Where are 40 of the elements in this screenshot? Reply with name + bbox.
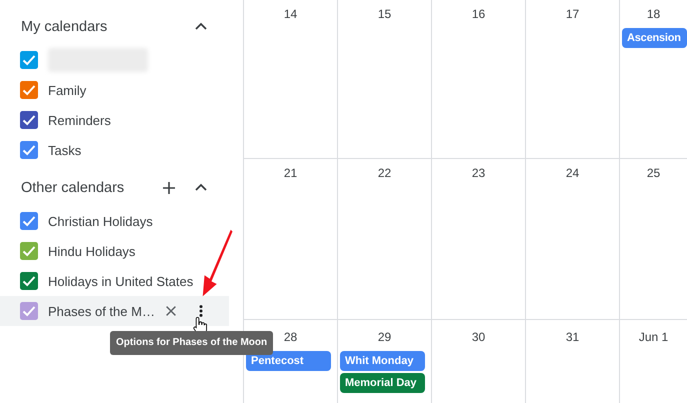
day-number[interactable]: 21 [284,164,298,183]
calendar-name: Holidays in United States [48,274,194,288]
day-number[interactable]: Jun 1 [638,328,668,347]
event-chip[interactable]: Whit Monday [340,351,425,371]
day-number[interactable]: 18 [646,5,660,24]
calendar-name: Tasks [48,142,82,158]
day-number[interactable]: 31 [566,328,580,347]
calendar-name: Phases of the M… [48,304,155,318]
checkbox[interactable] [20,212,38,230]
day-number[interactable]: 23 [472,164,486,183]
section-title: My calendars [21,19,108,35]
checkbox[interactable] [20,272,38,290]
section-title: Other calendars [21,180,124,196]
day-number[interactable]: 16 [472,5,486,24]
day-number[interactable]: 24 [566,164,580,183]
day-number[interactable]: 17 [566,5,580,24]
day-number[interactable]: 30 [472,328,486,347]
checkbox[interactable] [20,302,38,320]
calendar-item-row[interactable]: Phases of the M… [0,296,229,326]
add-icon[interactable] [161,180,177,196]
close-icon[interactable] [164,304,178,318]
checkbox[interactable] [20,111,38,129]
tooltip: Options for Phases of the Moon [110,331,274,355]
calendar-name: Hindu Holidays [48,244,136,258]
day-number[interactable]: 15 [378,5,392,24]
calendar-name: Reminders [48,112,111,128]
checkbox[interactable] [20,51,38,69]
checkbox[interactable] [20,81,38,99]
day-number[interactable]: 14 [284,5,298,24]
event-chip[interactable]: Pentecost [246,351,331,371]
checkbox[interactable] [20,242,38,260]
checkbox[interactable] [20,141,38,159]
event-chip[interactable]: Ascension [622,28,687,48]
day-number[interactable]: 28 [284,328,298,347]
event-chip[interactable]: Memorial Day [340,373,425,393]
day-number[interactable]: 25 [646,164,660,183]
calendar-name: Christian Holidays [48,214,153,228]
calendar-name: Family [48,82,86,98]
day-number[interactable]: 29 [378,328,392,347]
day-number[interactable]: 22 [378,164,392,183]
